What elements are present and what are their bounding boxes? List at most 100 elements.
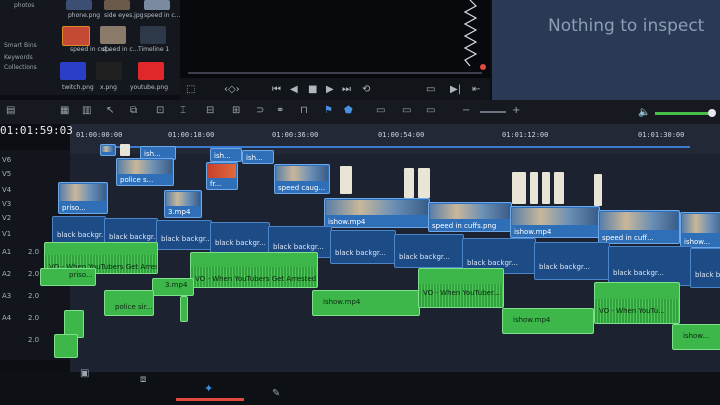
- track-label: A4: [2, 314, 12, 322]
- youtube-thumbnail[interactable]: [138, 62, 164, 80]
- audio-level: 2.0: [28, 314, 40, 322]
- timeline-thumbnail[interactable]: [140, 26, 166, 44]
- audio-clip[interactable]: priso...: [40, 268, 96, 286]
- edit-page-icon[interactable]: ✦: [204, 382, 213, 395]
- title-clip[interactable]: black backgr...: [330, 230, 396, 264]
- cut-page-icon[interactable]: ⧈: [140, 374, 146, 385]
- audio-clip[interactable]: ishow...: [672, 324, 720, 350]
- zoom-out-icon[interactable]: −: [462, 105, 470, 116]
- video-clip[interactable]: fr...: [206, 162, 238, 190]
- clip-thumbnail[interactable]: [100, 26, 126, 44]
- video-clip[interactable]: ish...: [242, 150, 274, 164]
- bin-smart-bins[interactable]: Smart Bins: [4, 42, 37, 49]
- scrub-bar[interactable]: [188, 72, 482, 74]
- still-clip[interactable]: [594, 174, 602, 206]
- flag-icon[interactable]: ⚑: [324, 105, 333, 116]
- audio-clip[interactable]: police sir...: [104, 290, 154, 316]
- still-clip[interactable]: [512, 172, 526, 204]
- x-thumbnail[interactable]: [96, 62, 122, 80]
- title-clip[interactable]: black backgr...: [156, 220, 212, 250]
- audio-clip[interactable]: ishow.mp4: [502, 308, 594, 334]
- layout-icon[interactable]: ▥: [82, 105, 91, 116]
- video-clip[interactable]: speed in cuff...: [598, 210, 680, 244]
- still-clip[interactable]: [340, 166, 352, 194]
- video-clip[interactable]: speed caug...: [274, 164, 330, 194]
- insert-icon[interactable]: ⊟: [206, 105, 214, 116]
- video-clip[interactable]: ish...: [210, 148, 242, 162]
- video-clip[interactable]: ishow.mp4: [510, 206, 600, 238]
- still-clip[interactable]: [530, 172, 538, 204]
- video-clip[interactable]: [100, 144, 116, 156]
- audio-clip[interactable]: 3.mp4: [152, 278, 194, 296]
- video-clip[interactable]: 3.mp4: [164, 190, 202, 218]
- selection-tool-icon[interactable]: ↖: [106, 105, 114, 116]
- position-lock-icon[interactable]: ⊓: [300, 105, 308, 116]
- title-clip[interactable]: black backgr...: [210, 222, 270, 254]
- trim-tool-icon[interactable]: ⧉: [130, 105, 137, 116]
- title-clip[interactable]: black backgr...: [608, 246, 692, 286]
- video-clip[interactable]: ishow.mp4: [324, 198, 430, 228]
- match-frame-icon[interactable]: ▭: [426, 84, 435, 95]
- bin-keywords[interactable]: Keywords: [4, 54, 33, 61]
- clip-thumbnail[interactable]: [104, 0, 130, 10]
- zoom-full-icon[interactable]: ▭: [376, 105, 385, 116]
- timeline-timecode[interactable]: 01:01:59:03: [0, 124, 73, 137]
- last-frame-icon[interactable]: ⇤: [472, 84, 480, 95]
- zoom-slider[interactable]: [480, 111, 506, 113]
- track-label: V1: [2, 230, 12, 238]
- play-reverse-icon[interactable]: ◀: [290, 84, 298, 95]
- audio-clip[interactable]: ishow.mp4: [312, 290, 420, 316]
- still-clip[interactable]: [542, 172, 550, 204]
- marker-icon[interactable]: ⬟: [344, 105, 353, 116]
- bin-photos[interactable]: photos: [14, 2, 34, 9]
- volume-slider-knob[interactable]: [708, 109, 716, 117]
- audio-clip[interactable]: [54, 334, 78, 358]
- clip-thumbnail[interactable]: [66, 0, 92, 10]
- link-icon[interactable]: ⚭: [276, 105, 284, 116]
- still-clip[interactable]: [418, 168, 430, 198]
- loop-icon[interactable]: ⟲: [362, 84, 370, 95]
- play-icon[interactable]: ▶: [326, 84, 334, 95]
- audio-clip[interactable]: VO - When YouTubers Get Arrested.mp3: [190, 252, 318, 288]
- title-clip[interactable]: black backgr...: [534, 242, 610, 280]
- clip-thumbnail[interactable]: [144, 0, 170, 10]
- volume-icon[interactable]: 🔈: [638, 107, 650, 118]
- layout-icon[interactable]: ▦: [60, 105, 69, 116]
- volume-slider[interactable]: [655, 112, 713, 115]
- video-clip[interactable]: speed in cuffs.png: [428, 202, 512, 232]
- clip-thumbnail-selected[interactable]: [62, 26, 90, 46]
- track-label: A1: [2, 248, 12, 256]
- still-clip[interactable]: [404, 168, 414, 198]
- dynamic-trim-icon[interactable]: ⊡: [156, 105, 164, 116]
- stop-icon[interactable]: ■: [308, 84, 317, 95]
- overwrite-icon[interactable]: ⊞: [232, 105, 240, 116]
- source-viewer[interactable]: [180, 0, 490, 80]
- audio-clip[interactable]: VO - When YouTuber...: [418, 268, 504, 308]
- viewer-playhead[interactable]: [480, 64, 486, 70]
- audio-clip[interactable]: VO - When YouTu...: [594, 282, 680, 324]
- video-clip[interactable]: ishow...: [680, 212, 720, 248]
- zoom-in-icon[interactable]: +: [512, 105, 520, 116]
- audio-clip[interactable]: [180, 296, 188, 322]
- media-page-icon[interactable]: ▣: [80, 368, 89, 379]
- skip-start-icon[interactable]: ⏮: [272, 84, 281, 95]
- crop-icon[interactable]: ⬚: [186, 84, 195, 95]
- still-clip[interactable]: [120, 144, 130, 156]
- fusion-page-icon[interactable]: ✎: [272, 388, 280, 399]
- jog-icon[interactable]: ‹◇›: [224, 84, 240, 95]
- video-clip[interactable]: police s...: [116, 158, 174, 186]
- page-navigation-bar: ▣ ⧈ ✦ ✎: [0, 368, 720, 405]
- panel-toggle-icon[interactable]: ▤: [6, 105, 15, 116]
- zoom-detail-icon[interactable]: ▭: [402, 105, 411, 116]
- snapping-icon[interactable]: ⊃: [256, 105, 264, 116]
- next-clip-icon[interactable]: ▶|: [450, 84, 461, 95]
- blade-tool-icon[interactable]: ⌶: [180, 105, 186, 116]
- title-clip[interactable]: black backgr...: [690, 248, 720, 288]
- twitch-thumbnail[interactable]: [60, 62, 86, 80]
- title-clip[interactable]: black backgr...: [394, 234, 464, 268]
- still-clip[interactable]: [554, 172, 564, 204]
- video-clip[interactable]: priso...: [58, 182, 108, 214]
- zoom-custom-icon[interactable]: ▭: [426, 105, 435, 116]
- bin-collections[interactable]: Collections: [4, 64, 37, 71]
- skip-end-icon[interactable]: ⏭: [342, 84, 351, 95]
